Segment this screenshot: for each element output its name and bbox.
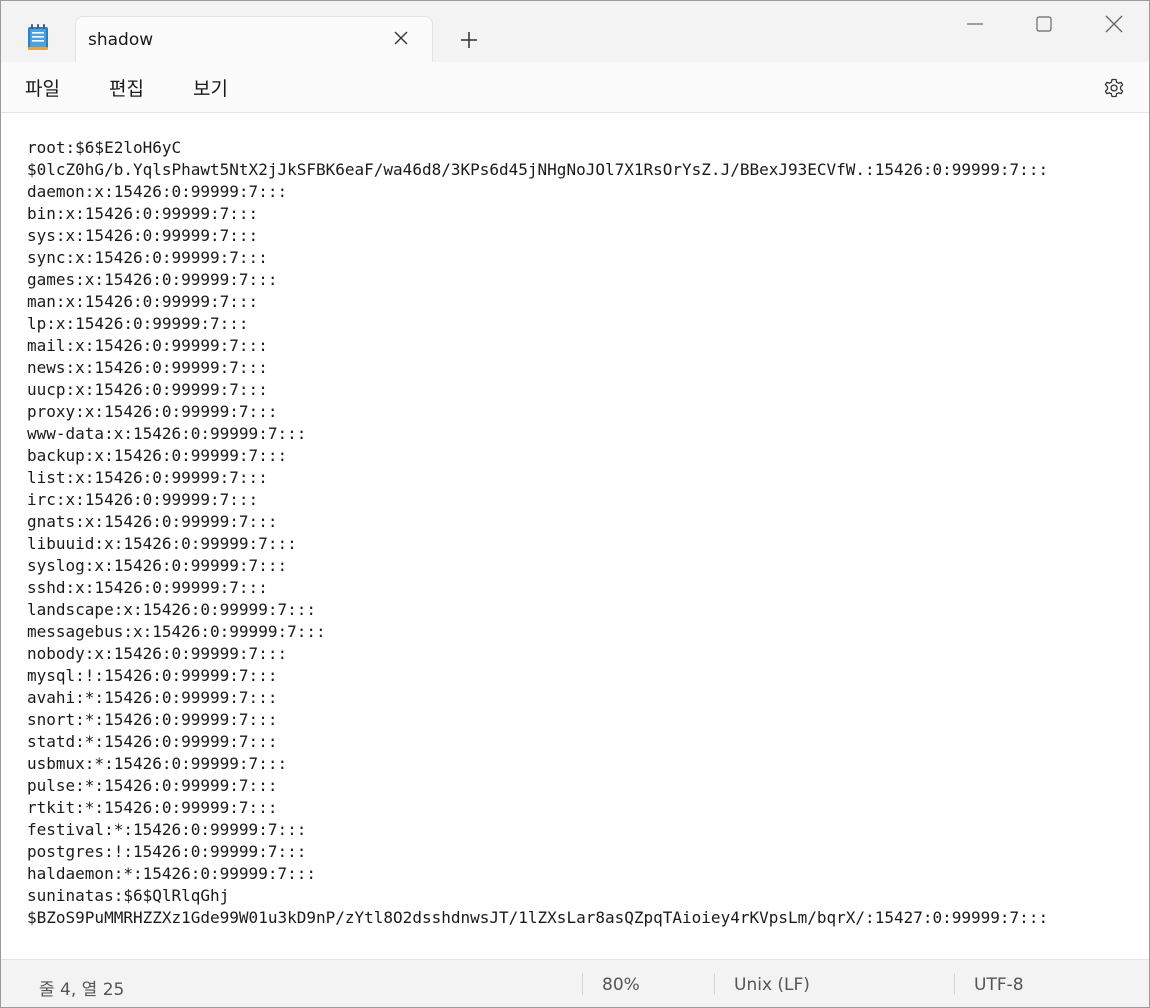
text-line: man:x:15426:0:99999:7:::: [27, 292, 259, 311]
text-line: $BZoS9PuMMRHZZXz1Gde99W01u3kD9nP/zYtl8O2…: [27, 908, 1049, 927]
text-line: sync:x:15426:0:99999:7:::: [27, 248, 268, 267]
window-close-icon[interactable]: [1103, 13, 1125, 35]
text-line: irc:x:15426:0:99999:7:::: [27, 490, 259, 509]
text-line: games:x:15426:0:99999:7:::: [27, 270, 278, 289]
text-line: www-data:x:15426:0:99999:7:::: [27, 424, 307, 443]
text-line: backup:x:15426:0:99999:7:::: [27, 446, 288, 465]
minimize-icon[interactable]: [964, 13, 986, 35]
text-line: suninatas:$6$QlRlqGhj: [27, 886, 230, 905]
text-line: postgres:!:15426:0:99999:7:::: [27, 842, 307, 861]
gear-icon[interactable]: [1102, 76, 1126, 100]
menu-file[interactable]: 파일: [25, 74, 60, 101]
editor-content[interactable]: root:$6$E2loH6yC $0lcZ0hG/b.YqlsPhawt5NtX…: [27, 137, 1048, 929]
text-line: nobody:x:15426:0:99999:7:::: [27, 644, 288, 663]
text-line: gnats:x:15426:0:99999:7:::: [27, 512, 278, 531]
text-line: mail:x:15426:0:99999:7:::: [27, 336, 268, 355]
menu-edit[interactable]: 편집: [109, 74, 144, 101]
text-line: syslog:x:15426:0:99999:7:::: [27, 556, 288, 575]
text-line: rtkit:*:15426:0:99999:7:::: [27, 798, 278, 817]
tab-shadow[interactable]: shadow: [75, 16, 433, 63]
text-line: bin:x:15426:0:99999:7:::: [27, 204, 259, 223]
status-divider: [954, 973, 955, 995]
text-line: list:x:15426:0:99999:7:::: [27, 468, 268, 487]
text-line: libuuid:x:15426:0:99999:7:::: [27, 534, 297, 553]
text-line: landscape:x:15426:0:99999:7:::: [27, 600, 316, 619]
text-line: usbmux:*:15426:0:99999:7:::: [27, 754, 288, 773]
text-line: sys:x:15426:0:99999:7:::: [27, 226, 259, 245]
text-line: lp:x:15426:0:99999:7:::: [27, 314, 249, 333]
text-line: sshd:x:15426:0:99999:7:::: [27, 578, 268, 597]
line-ending[interactable]: Unix (LF): [734, 975, 810, 995]
text-line: festival:*:15426:0:99999:7:::: [27, 820, 307, 839]
text-line: news:x:15426:0:99999:7:::: [27, 358, 268, 377]
encoding[interactable]: UTF-8: [974, 975, 1024, 995]
text-line: mysql:!:15426:0:99999:7:::: [27, 666, 278, 685]
status-divider: [582, 973, 583, 995]
text-line: avahi:*:15426:0:99999:7:::: [27, 688, 278, 707]
notepad-window: shadow 파일 편집 보기 root:$6$E2loH6yC $0lcZ0hG…: [0, 0, 1150, 1008]
text-line: daemon:x:15426:0:99999:7:::: [27, 182, 288, 201]
text-line: proxy:x:15426:0:99999:7:::: [27, 402, 278, 421]
text-line: $0lcZ0hG/b.YqlsPhawt5NtX2jJkSFBK6eaF/wa4…: [27, 160, 1049, 179]
new-tab-icon[interactable]: [458, 29, 480, 51]
status-bar: 줄 4, 열 25 80% Unix (LF) UTF-8: [1, 959, 1149, 1007]
text-line: haldaemon:*:15426:0:99999:7:::: [27, 864, 316, 883]
text-line: statd:*:15426:0:99999:7:::: [27, 732, 278, 751]
close-tab-icon[interactable]: [392, 29, 410, 47]
notepad-icon: [28, 24, 48, 50]
text-editor[interactable]: root:$6$E2loH6yC $0lcZ0hG/b.YqlsPhawt5NtX…: [1, 113, 1149, 959]
tab-title: shadow: [88, 30, 154, 50]
menu-bar: 파일 편집 보기: [1, 62, 1149, 113]
title-bar: shadow: [1, 1, 1149, 63]
maximize-icon[interactable]: [1033, 13, 1055, 35]
status-divider: [714, 973, 715, 995]
text-line: uucp:x:15426:0:99999:7:::: [27, 380, 268, 399]
text-line: messagebus:x:15426:0:99999:7:::: [27, 622, 326, 641]
cursor-position: 줄 4, 열 25: [39, 980, 125, 1000]
text-line: snort:*:15426:0:99999:7:::: [27, 710, 278, 729]
menu-view[interactable]: 보기: [193, 74, 228, 101]
zoom-level[interactable]: 80%: [602, 975, 640, 995]
text-line: pulse:*:15426:0:99999:7:::: [27, 776, 278, 795]
text-line: root:$6$E2loH6yC: [27, 138, 182, 157]
